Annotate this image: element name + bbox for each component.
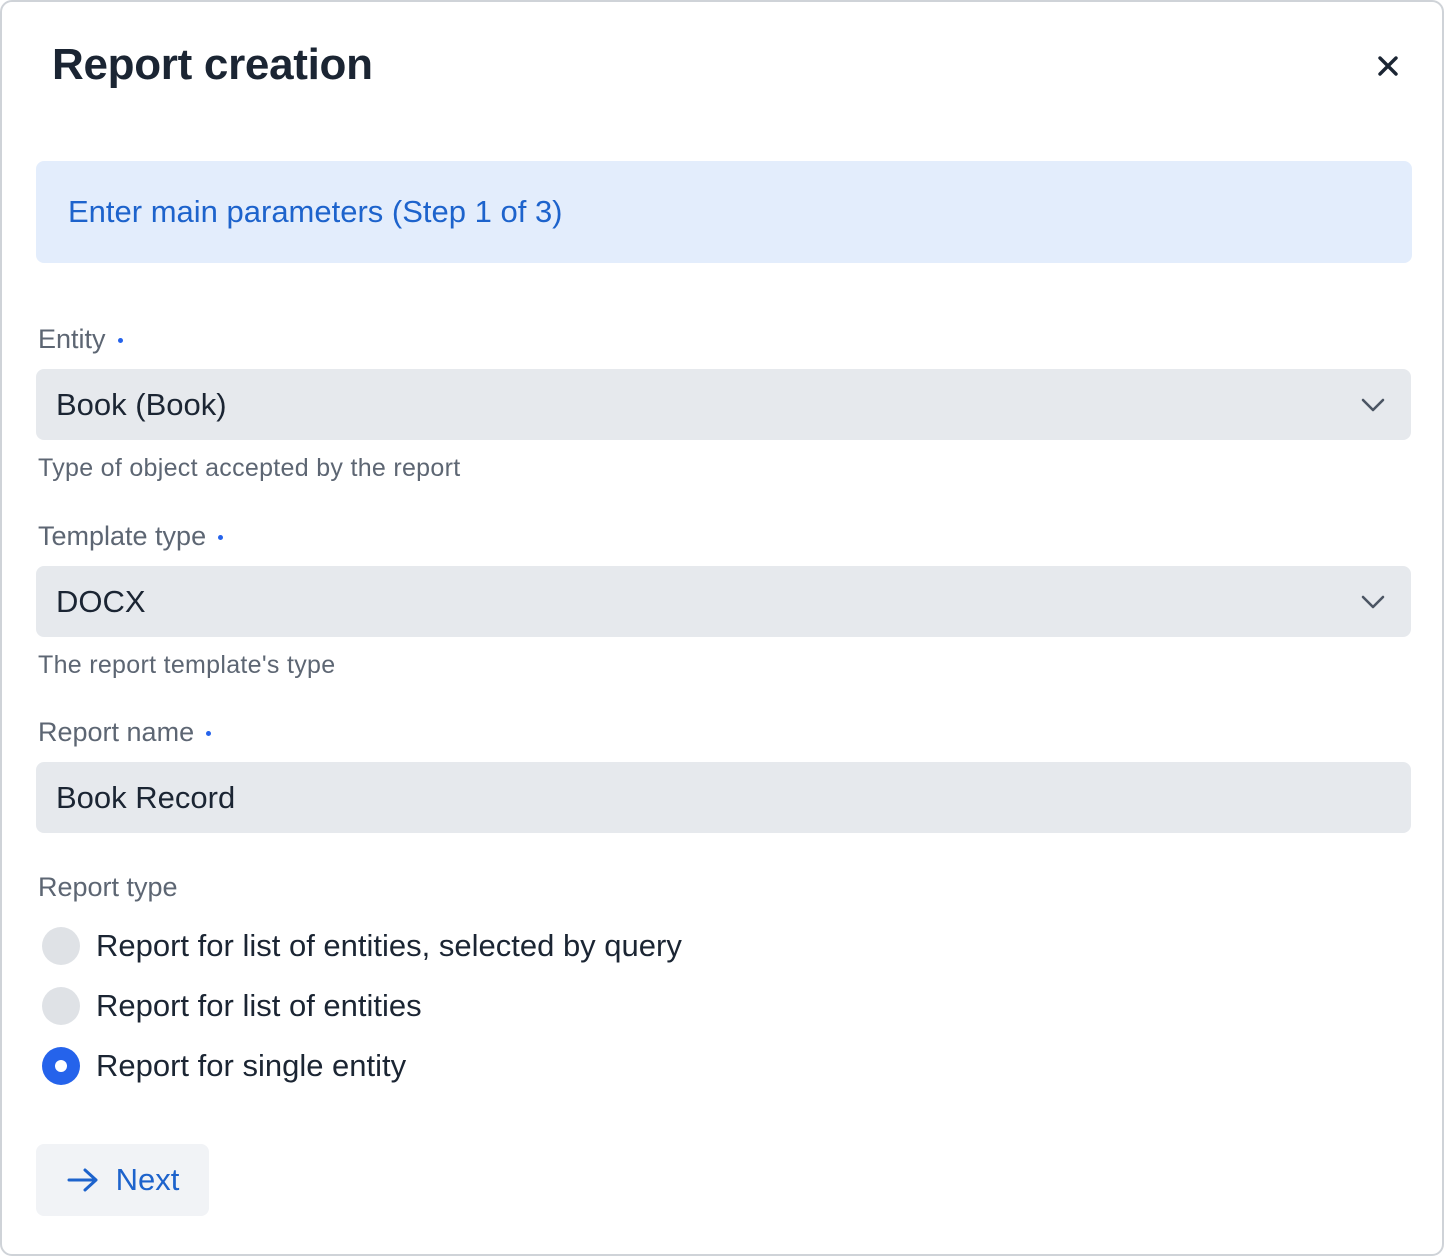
required-indicator (218, 535, 224, 540)
entity-select[interactable]: Book (Book) (36, 369, 1411, 440)
report-creation-dialog: Report creation Enter main parameters (S… (0, 0, 1444, 1256)
report-name-input[interactable] (56, 779, 1387, 816)
radio-option-query[interactable]: Report for list of entities, selected by… (42, 927, 682, 965)
radio-option-list[interactable]: Report for list of entities (42, 987, 422, 1025)
next-button-label: Next (115, 1162, 180, 1197)
required-indicator (206, 731, 212, 736)
template-type-select[interactable]: DOCX (36, 566, 1411, 637)
radio-button[interactable] (42, 927, 80, 965)
entity-hint: Type of object accepted by the report (38, 454, 461, 482)
next-button[interactable]: Next (36, 1144, 209, 1216)
radio-option-label: Report for list of entities, selected by… (96, 928, 682, 963)
chevron-down-icon (1361, 398, 1385, 411)
close-button[interactable] (1366, 44, 1410, 88)
template-type-hint: The report template's type (38, 651, 336, 679)
arrow-right-icon (67, 1168, 98, 1192)
chevron-down-icon (1361, 595, 1385, 608)
radio-button-selected[interactable] (42, 1047, 80, 1085)
radio-option-label: Report for single entity (96, 1048, 407, 1083)
template-type-select-value: DOCX (56, 583, 146, 619)
report-name-label: Report name (38, 717, 212, 748)
entity-label: Entity (38, 324, 123, 355)
close-icon (1378, 56, 1398, 76)
radio-option-single[interactable]: Report for single entity (42, 1047, 406, 1085)
required-indicator (117, 338, 123, 343)
step-banner: Enter main parameters (Step 1 of 3) (36, 161, 1412, 263)
radio-button[interactable] (42, 987, 80, 1025)
entity-select-value: Book (Book) (56, 386, 227, 422)
report-name-field[interactable] (36, 762, 1411, 833)
report-type-label: Report type (38, 872, 178, 902)
dialog-title: Report creation (52, 40, 373, 89)
radio-option-label: Report for list of entities (96, 988, 422, 1023)
template-type-label: Template type (38, 521, 224, 552)
step-banner-text: Enter main parameters (Step 1 of 3) (68, 194, 563, 229)
